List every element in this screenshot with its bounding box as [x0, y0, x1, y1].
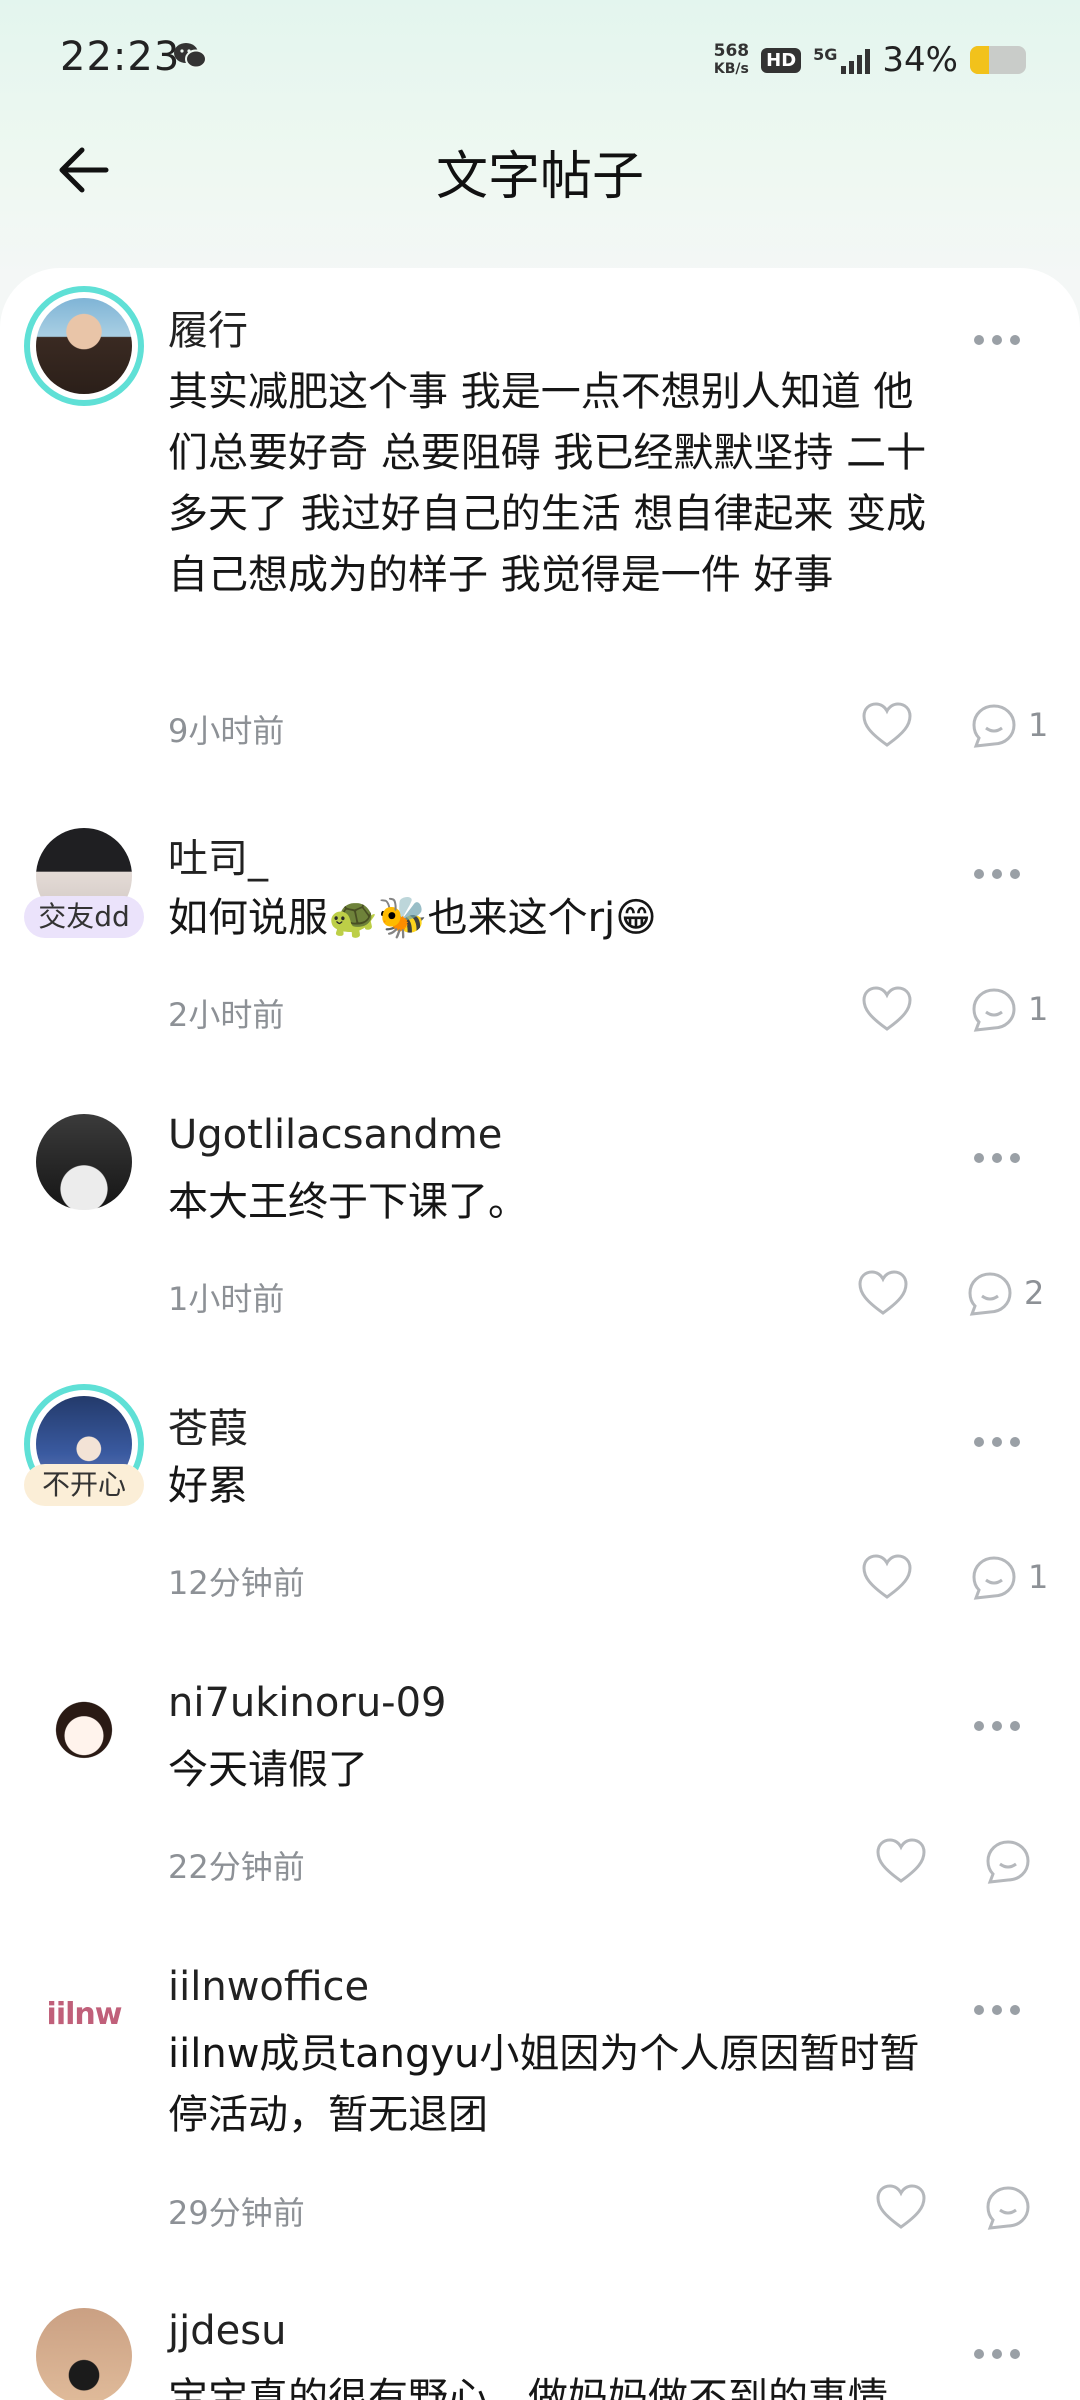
avatar-image: [36, 2308, 132, 2400]
header: 文字帖子: [0, 120, 1080, 280]
more-options-button[interactable]: [974, 1716, 1024, 1736]
post-time: 1小时前: [168, 1280, 285, 1318]
avatar[interactable]: 不开心: [24, 1384, 144, 1506]
avatar[interactable]: [24, 1668, 144, 1788]
net-speed-value: 568: [713, 41, 750, 61]
comment-icon[interactable]: [984, 2184, 1032, 2232]
username[interactable]: 吐司_: [168, 826, 268, 884]
battery-fill: [970, 46, 990, 74]
page-title: 文字帖子: [435, 147, 644, 207]
avatar[interactable]: [24, 286, 144, 406]
avatar-image: [36, 1680, 132, 1776]
avatar-ring: [24, 286, 144, 406]
wechat-icon: [174, 43, 207, 69]
comment-count: 1: [1028, 990, 1049, 1028]
avatar-image: iilnw: [36, 1966, 132, 2062]
post-content[interactable]: 其实减肥这个事 我是一点不想别人知道 他们总要好奇 总要阻碍 我已经默默坚持 二…: [168, 362, 938, 606]
avatar[interactable]: [24, 2296, 144, 2400]
username[interactable]: jjdesu: [168, 2308, 286, 2354]
brand-logo: iilnw: [46, 1996, 123, 2032]
like-icon[interactable]: [860, 1552, 914, 1602]
username[interactable]: iilnwoffice: [168, 1964, 369, 2010]
signal-icon: [841, 46, 871, 74]
comment-count: 2: [1024, 1274, 1045, 1312]
avatar-image: [36, 1114, 132, 1210]
post-content[interactable]: 好累: [168, 1456, 938, 1517]
more-options-button[interactable]: [974, 2000, 1024, 2020]
post-time: 29分钟前: [168, 2194, 305, 2232]
post-content[interactable]: 宝宝真的很有野心，做妈妈做不到的事情: [168, 2368, 938, 2400]
comment-icon[interactable]: [966, 1270, 1014, 1318]
more-options-button[interactable]: [974, 1148, 1024, 1168]
post-content[interactable]: 本大王终于下课了。: [168, 1172, 938, 1233]
status-bar: 22:23 568 KB/s HD 5G 34%: [0, 0, 1080, 120]
more-options-button[interactable]: [974, 330, 1024, 350]
comment-icon[interactable]: [970, 1554, 1018, 1602]
comment-count: 1: [1028, 706, 1049, 744]
battery-icon: [970, 46, 1026, 74]
like-icon[interactable]: [874, 1836, 928, 1886]
post-feed[interactable]: 履行 其实减肥这个事 我是一点不想别人知道 他们总要好奇 总要阻碍 我已经默默坚…: [0, 268, 1080, 2400]
hd-badge: HD: [761, 47, 802, 73]
username[interactable]: 苍葭: [168, 1396, 248, 1454]
status-badge: 交友dd: [24, 896, 144, 938]
more-options-button[interactable]: [974, 864, 1024, 884]
avatar[interactable]: 交友dd: [24, 816, 144, 938]
like-icon[interactable]: [860, 700, 914, 750]
network-type: 5G: [813, 45, 838, 64]
like-icon[interactable]: [856, 1268, 910, 1318]
post-time: 12分钟前: [168, 1564, 305, 1602]
net-speed: 568 KB/s: [714, 42, 750, 78]
post-time: 2小时前: [168, 996, 285, 1034]
avatar[interactable]: iilnw: [24, 1954, 144, 2074]
comment-icon[interactable]: [970, 986, 1018, 1034]
post-content[interactable]: 如何说服🐢🐝也来这个rj😁: [168, 888, 938, 949]
post-time: 22分钟前: [168, 1848, 305, 1886]
net-speed-unit: KB/s: [713, 61, 749, 77]
avatar[interactable]: [24, 1102, 144, 1222]
comment-icon[interactable]: [970, 702, 1018, 750]
status-badge: 不开心: [24, 1464, 144, 1506]
like-icon[interactable]: [874, 2182, 928, 2232]
post-time: 9小时前: [168, 712, 285, 750]
like-icon[interactable]: [860, 984, 914, 1034]
comment-icon[interactable]: [984, 1838, 1032, 1886]
more-options-button[interactable]: [974, 1432, 1024, 1452]
username[interactable]: 履行: [168, 298, 248, 356]
more-options-button[interactable]: [974, 2344, 1024, 2364]
comment-count: 1: [1028, 1558, 1049, 1596]
battery-percent: 34%: [882, 40, 958, 80]
post-content[interactable]: 今天请假了: [168, 1740, 938, 1801]
status-time: 22:23: [60, 34, 181, 80]
username[interactable]: ni7ukinoru-09: [168, 1680, 447, 1726]
post-content[interactable]: iilnw成员tangyu小姐因为个人原因暂时暂停活动，暂无退团: [168, 2024, 938, 2146]
username[interactable]: Ugotlilacsandme: [168, 1112, 502, 1158]
